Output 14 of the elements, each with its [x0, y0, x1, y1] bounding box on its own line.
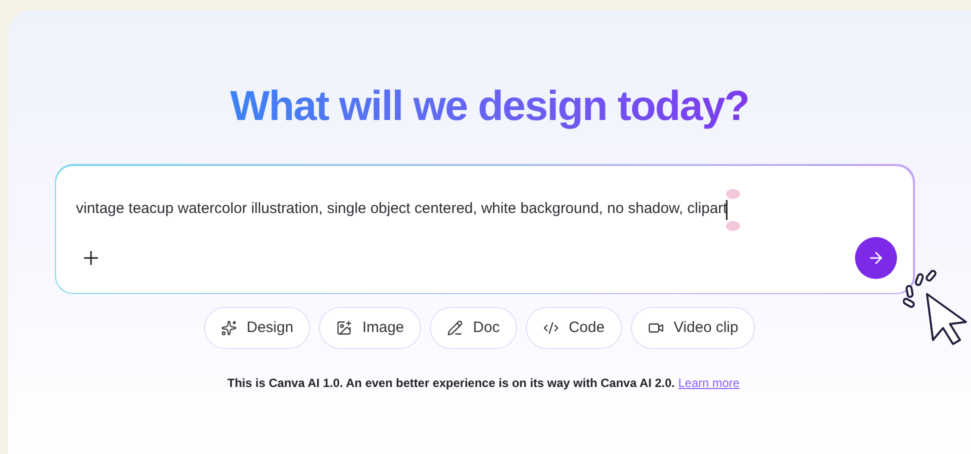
chip-button[interactable]: Doc — [430, 307, 517, 349]
chip-button[interactable]: Video clip — [630, 307, 756, 349]
learn-more-link[interactable]: Learn more — [678, 376, 740, 390]
image-plus-icon — [336, 320, 352, 336]
chip-button[interactable]: Image — [319, 307, 422, 349]
chip-button[interactable]: Design — [204, 307, 310, 349]
chip-button[interactable]: Code — [526, 307, 622, 349]
prompt-input[interactable]: vintage teacup watercolor illustration, single object centered, white background, no shadow, clipart — [76, 198, 728, 221]
sparkles-icon — [220, 320, 237, 336]
text-cursor-icon — [724, 188, 740, 232]
send-button[interactable] — [855, 236, 897, 278]
notice-text: This is Canva AI 1.0. An even better experience is on its way with Canva AI 2.0. Learn more — [227, 375, 740, 392]
code-icon — [542, 320, 559, 336]
pencil-icon — [447, 320, 464, 336]
